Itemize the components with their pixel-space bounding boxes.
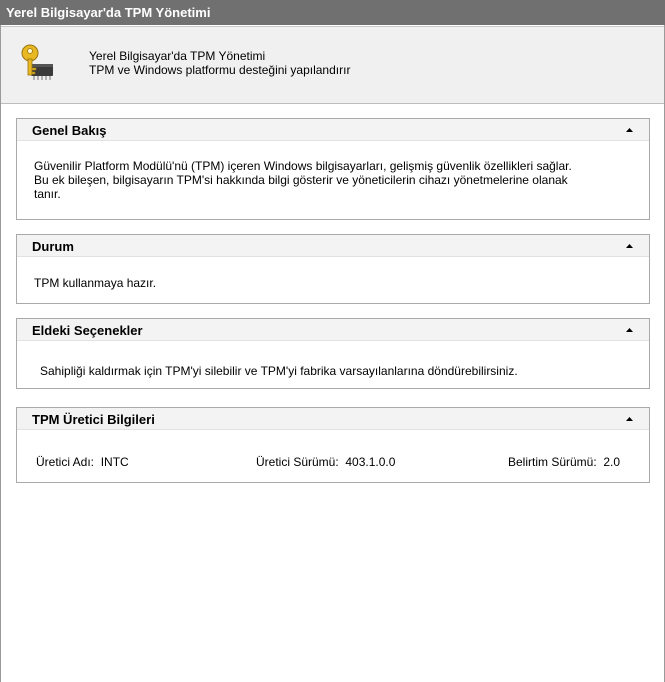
- manufacturer-name-value: INTC: [100, 455, 129, 469]
- window-title: Yerel Bilgisayar'da TPM Yönetimi: [0, 0, 665, 25]
- spec-version-label: Belirtim Sürümü:: [508, 455, 597, 469]
- spec-version-value: 2.0: [603, 455, 621, 469]
- header-title: Yerel Bilgisayar'da TPM Yönetimi: [89, 49, 266, 63]
- overview-body: Güvenilir Platform Modülü'nü (TPM) içere…: [34, 159, 572, 201]
- manufacturer-version-value: 403.1.0.0: [345, 455, 396, 469]
- manufacturer-title: TPM Üretici Bilgileri: [32, 412, 155, 427]
- header-subtitle: TPM ve Windows platformu desteğini yapıl…: [89, 63, 351, 77]
- manufacturer-name: Üretici Adı: INTC: [36, 455, 129, 469]
- spec-version: Belirtim Sürümü: 2.0: [508, 455, 620, 469]
- key-chip-icon: [19, 42, 61, 84]
- overview-line-2: Bu ek bileşen, bilgisayarın TPM'si hakkı…: [34, 173, 568, 187]
- manufacturer-section: TPM Üretici Bilgileri Üretici Adı: INTC …: [16, 407, 650, 483]
- actions-header[interactable]: Eldeki Seçenekler: [17, 319, 649, 341]
- collapse-up-icon[interactable]: [623, 325, 635, 335]
- actions-section: Eldeki Seçenekler Sahipliği kaldırmak iç…: [16, 318, 650, 389]
- manufacturer-header[interactable]: TPM Üretici Bilgileri: [17, 408, 649, 430]
- manufacturer-version-label: Üretici Sürümü:: [256, 455, 339, 469]
- overview-header[interactable]: Genel Bakış: [17, 119, 649, 141]
- collapse-up-icon[interactable]: [623, 414, 635, 424]
- overview-title: Genel Bakış: [32, 123, 107, 138]
- header-text: Yerel Bilgisayar'da TPM Yönetimi TPM ve …: [89, 49, 350, 77]
- status-header[interactable]: Durum: [17, 235, 649, 257]
- status-text: TPM kullanmaya hazır.: [34, 276, 157, 290]
- overview-line-1: Güvenilir Platform Modülü'nü (TPM) içere…: [34, 159, 572, 173]
- overview-section: Genel Bakış Güvenilir Platform Modülü'nü…: [16, 118, 650, 220]
- header-banner: Yerel Bilgisayar'da TPM Yönetimi TPM ve …: [1, 26, 664, 104]
- manufacturer-version: Üretici Sürümü: 403.1.0.0: [256, 455, 395, 469]
- status-title: Durum: [32, 239, 74, 254]
- actions-text: Sahipliği kaldırmak için TPM'yi silebili…: [40, 364, 518, 378]
- actions-title: Eldeki Seçenekler: [32, 323, 143, 338]
- collapse-up-icon[interactable]: [623, 125, 635, 135]
- manufacturer-name-label: Üretici Adı:: [36, 455, 95, 469]
- status-section: Durum TPM kullanmaya hazır.: [16, 234, 650, 304]
- collapse-up-icon[interactable]: [623, 241, 635, 251]
- overview-line-3: tanır.: [34, 187, 61, 201]
